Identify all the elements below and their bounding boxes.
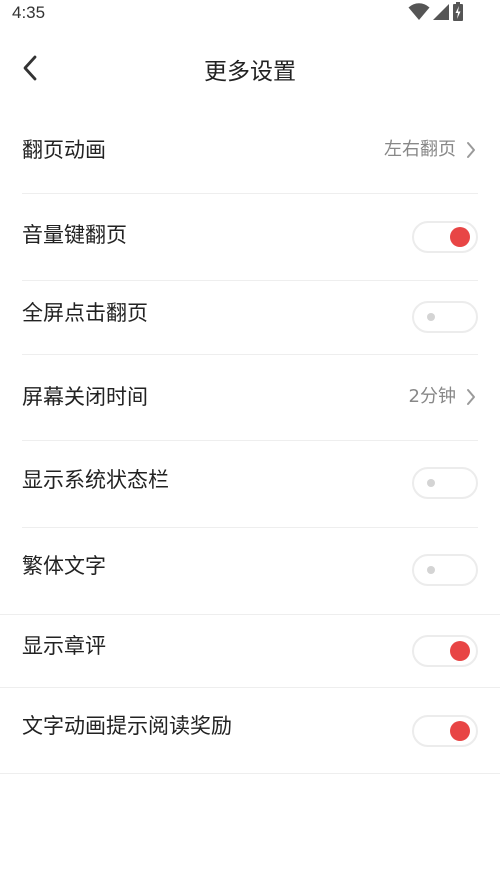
reading-reward-animation-toggle[interactable] xyxy=(412,715,478,747)
toggle-knob xyxy=(450,721,470,741)
page-title: 更多设置 xyxy=(204,59,296,85)
setting-reading-reward-animation: 文字动画提示阅读奖励 xyxy=(0,714,500,748)
header: 更多设置 xyxy=(0,40,500,96)
divider xyxy=(22,527,478,528)
divider xyxy=(0,773,500,774)
divider xyxy=(22,193,478,194)
setting-label: 全屏点击翻页 xyxy=(22,301,148,325)
status-icons xyxy=(408,2,464,21)
setting-fullscreen-tap-page-turn: 全屏点击翻页 xyxy=(0,300,500,334)
divider xyxy=(22,354,478,355)
fullscreen-tap-page-turn-toggle[interactable] xyxy=(412,301,478,333)
toggle-knob xyxy=(450,227,470,247)
setting-label: 繁体文字 xyxy=(22,554,106,578)
setting-show-chapter-comments: 显示章评 xyxy=(0,634,500,668)
toggle-knob xyxy=(450,641,470,661)
show-chapter-comments-toggle[interactable] xyxy=(412,635,478,667)
divider xyxy=(22,280,478,281)
battery-charging-icon xyxy=(453,2,463,21)
status-time: 4:35 xyxy=(12,3,46,22)
traditional-chinese-toggle[interactable] xyxy=(412,554,478,586)
toggle-knob xyxy=(427,479,435,487)
setting-label: 音量键翻页 xyxy=(22,223,127,247)
setting-volume-key-page-turn: 音量键翻页 xyxy=(0,220,500,254)
show-status-bar-toggle[interactable] xyxy=(412,467,478,499)
cellular-signal-icon xyxy=(433,4,449,20)
wifi-icon xyxy=(408,3,430,20)
setting-label: 显示系统状态栏 xyxy=(22,468,169,492)
setting-label: 翻页动画 xyxy=(22,138,106,162)
setting-label: 屏幕关闭时间 xyxy=(22,385,148,409)
setting-show-status-bar: 显示系统状态栏 xyxy=(0,466,500,500)
setting-screen-off-time[interactable]: 屏幕关闭时间 2分钟 xyxy=(0,382,500,412)
setting-value: 2分钟 xyxy=(408,386,456,407)
status-bar: 4:35 xyxy=(0,0,500,26)
setting-label: 显示章评 xyxy=(22,634,106,658)
setting-label: 文字动画提示阅读奖励 xyxy=(22,714,232,738)
chevron-right-icon xyxy=(464,135,478,165)
setting-value: 左右翻页 xyxy=(384,139,456,160)
setting-page-turn-animation[interactable]: 翻页动画 左右翻页 xyxy=(0,135,500,165)
toggle-knob xyxy=(427,313,435,321)
divider xyxy=(0,687,500,688)
toggle-knob xyxy=(427,566,435,574)
chevron-right-icon xyxy=(464,382,478,412)
divider xyxy=(0,614,500,615)
volume-key-page-turn-toggle[interactable] xyxy=(412,221,478,253)
divider xyxy=(22,440,478,441)
setting-traditional-chinese: 繁体文字 xyxy=(0,553,500,587)
